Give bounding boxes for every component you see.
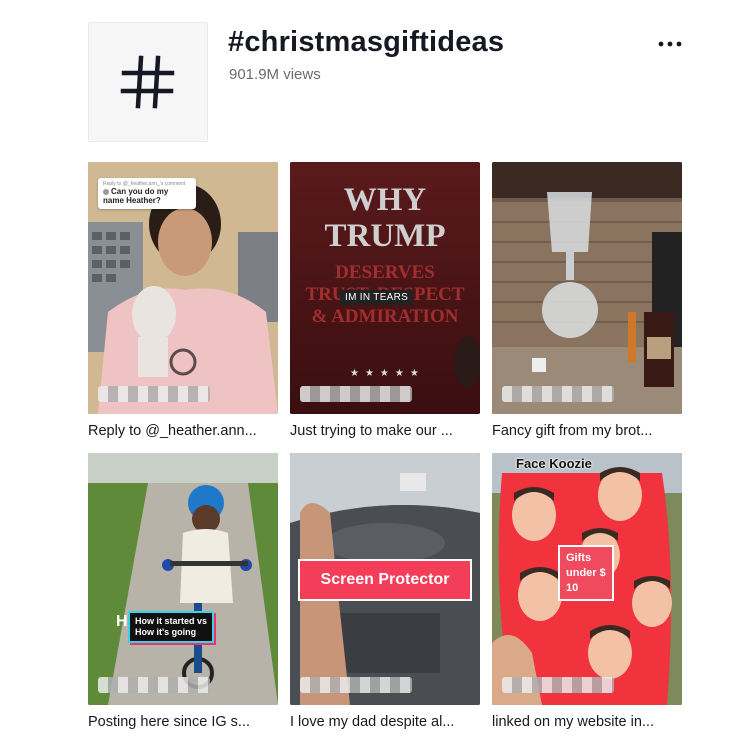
blurred-stats — [98, 677, 210, 693]
overlay-title: Face Koozie — [516, 456, 592, 471]
blurred-stats — [300, 386, 412, 402]
video-card[interactable]: H How it started vs How it's going Posti… — [88, 453, 278, 734]
more-options-button[interactable] — [652, 32, 688, 56]
view-count: 901.9M views — [229, 66, 321, 83]
blurred-stats — [502, 386, 614, 402]
video-caption[interactable]: Fancy gift from my brot... — [492, 423, 682, 443]
video-thumbnail[interactable]: Screen Protector — [290, 453, 480, 705]
more-dots-icon — [658, 41, 682, 47]
video-card[interactable]: WHY TRUMP DESERVES TRUST, RESPECT & ADMI… — [290, 162, 480, 443]
blurred-stats — [502, 677, 614, 693]
video-card[interactable]: Face Koozie Gifts under $ 10 linked on m… — [492, 453, 682, 734]
blurred-stats — [300, 677, 412, 693]
hashtag-icon — [88, 22, 208, 142]
caption-overlay: How it started vs How it's going — [128, 611, 215, 643]
caption-overlay: IM IN TEARS — [340, 290, 414, 305]
thumbnail-image — [492, 162, 682, 414]
video-grid: Reply to @_heather.ann_'s comment Can yo… — [88, 162, 682, 734]
avatar — [103, 188, 109, 195]
video-caption[interactable]: Reply to @_heather.ann... — [88, 423, 278, 443]
caption-overlay: Gifts under $ 10 — [558, 545, 614, 601]
overlay-letter: H — [116, 613, 128, 630]
video-caption[interactable]: linked on my website in... — [492, 714, 682, 734]
video-card[interactable]: Fancy gift from my brot... — [492, 162, 682, 443]
video-caption[interactable]: Just trying to make our ... — [290, 423, 480, 443]
video-thumbnail[interactable]: Reply to @_heather.ann_'s comment Can yo… — [88, 162, 278, 414]
video-thumbnail[interactable]: Face Koozie Gifts under $ 10 — [492, 453, 682, 705]
video-thumbnail[interactable]: H How it started vs How it's going — [88, 453, 278, 705]
book-title: WHY TRUMP — [324, 182, 446, 254]
comment-reply-bubble: Reply to @_heather.ann_'s comment Can yo… — [98, 178, 196, 209]
video-caption[interactable]: Posting here since IG s... — [88, 714, 278, 734]
rating-stars: ★★★★★ — [350, 368, 425, 379]
video-card[interactable]: Reply to @_heather.ann_'s comment Can yo… — [88, 162, 278, 443]
tag-header: #christmasgiftideas 901.9M views — [0, 0, 743, 150]
page-title: #christmasgiftideas — [228, 26, 505, 58]
caption-overlay: Screen Protector — [298, 559, 472, 601]
video-thumbnail[interactable] — [492, 162, 682, 414]
blurred-stats — [98, 386, 210, 402]
video-card[interactable]: Screen Protector I love my dad despite a… — [290, 453, 480, 734]
video-thumbnail[interactable]: WHY TRUMP DESERVES TRUST, RESPECT & ADMI… — [290, 162, 480, 414]
thumbnail-image — [88, 453, 278, 705]
video-caption[interactable]: I love my dad despite al... — [290, 714, 480, 734]
